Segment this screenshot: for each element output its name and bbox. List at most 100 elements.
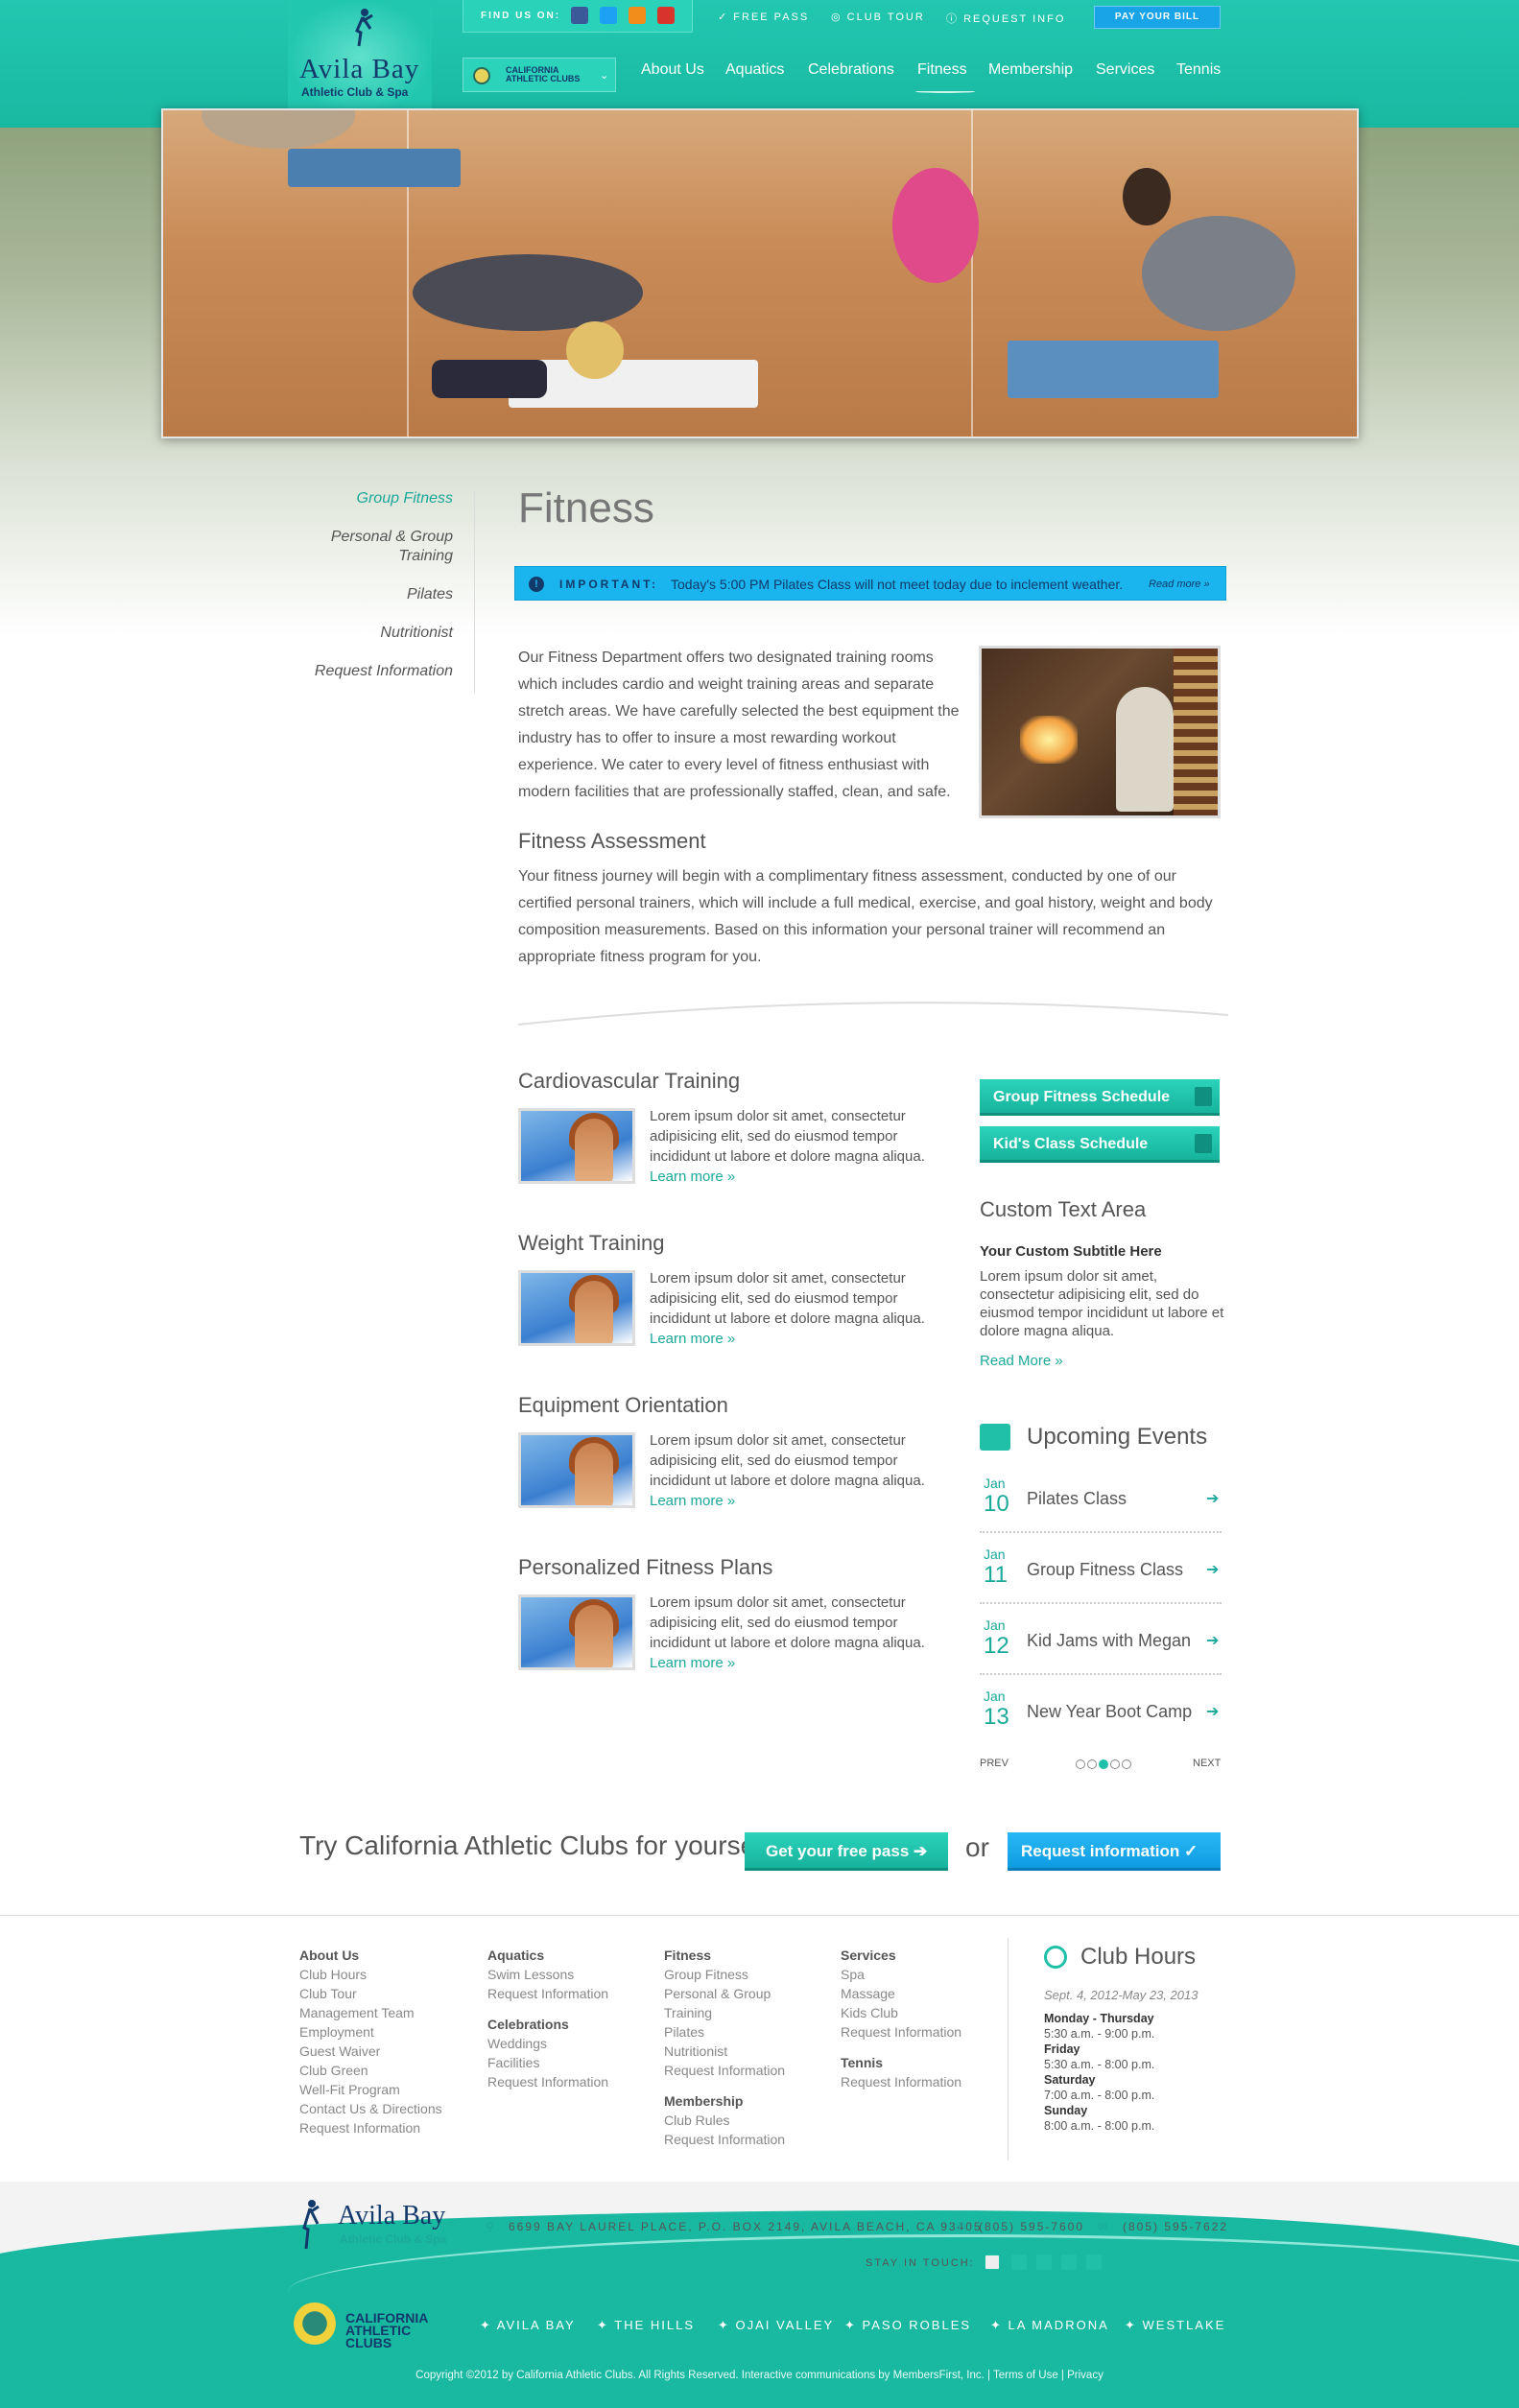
pager-dot-active[interactable] xyxy=(1099,1759,1108,1769)
footer-link[interactable]: Club Hours xyxy=(299,1965,442,1984)
sidenav-item-group-fitness[interactable]: Group Fitness xyxy=(288,489,453,508)
pay-bill-button[interactable]: PAY YOUR BILL xyxy=(1094,6,1221,29)
footer-link[interactable]: Pilates xyxy=(664,2022,785,2042)
footer-link[interactable]: Request Information xyxy=(299,2118,442,2137)
pager-dot[interactable] xyxy=(1110,1759,1120,1769)
footer-link[interactable]: Facilities xyxy=(487,2053,608,2072)
footer-link[interactable]: Kids Club xyxy=(841,2003,961,2022)
club-selector[interactable]: CALIFORNIA ATHLETIC CLUBS ⌄ xyxy=(463,58,616,92)
nav-fitness[interactable]: Fitness xyxy=(917,61,967,79)
rss-icon[interactable] xyxy=(629,7,646,24)
sidenav-item-nutritionist[interactable]: Nutritionist xyxy=(288,624,453,643)
footer-link[interactable]: Management Team xyxy=(299,2003,442,2022)
nav-tennis[interactable]: Tennis xyxy=(1176,61,1221,79)
footer-link[interactable]: Contact Us & Directions xyxy=(299,2099,442,2118)
footer-link[interactable]: Request Information xyxy=(487,2072,608,2091)
twitter-icon[interactable] xyxy=(600,7,617,24)
nav-services[interactable]: Services xyxy=(1096,61,1154,79)
footer-heading[interactable]: Celebrations xyxy=(487,2015,608,2034)
twitter-icon[interactable] xyxy=(1036,2255,1052,2270)
club-link-ojai-valley[interactable]: ✦ OJAI VALLEY xyxy=(718,2318,834,2333)
footer-link[interactable]: Well-Fit Program xyxy=(299,2080,442,2099)
email-icon[interactable] xyxy=(985,2255,1000,2270)
footer-link[interactable]: Employment xyxy=(299,2022,442,2042)
footer-link[interactable]: Nutritionist xyxy=(664,2042,785,2061)
custom-read-more-link[interactable]: Read More » xyxy=(980,1353,1063,1369)
notice-label: IMPORTANT: xyxy=(559,578,659,591)
footer-link[interactable]: Request Information xyxy=(664,2061,785,2080)
event-item[interactable]: Jan 13 New Year Boot Camp ➔ xyxy=(980,1675,1222,1746)
club-icon: ✦ xyxy=(990,2318,1009,2332)
request-info-link[interactable]: ⓘ REQUEST INFO xyxy=(946,11,1065,26)
kids-class-schedule-button[interactable]: Kid's Class Schedule xyxy=(980,1126,1220,1163)
footer-heading[interactable]: Membership xyxy=(664,2091,785,2111)
site-logo[interactable]: Avila Bay Athletic Club & Spa xyxy=(288,0,432,115)
club-link-avila-bay[interactable]: ✦ AVILA BAY xyxy=(480,2318,576,2333)
free-pass-button[interactable]: Get your free pass ➔ xyxy=(745,1832,948,1871)
nav-membership[interactable]: Membership xyxy=(988,61,1073,79)
sidenav-item-personal-training[interactable]: Personal & Group Training xyxy=(288,528,453,566)
facebook-icon[interactable] xyxy=(571,7,588,24)
logo-subtitle: Athletic Club & Spa xyxy=(301,85,409,99)
footer-heading[interactable]: Fitness xyxy=(664,1946,785,1965)
nav-celebrations[interactable]: Celebrations xyxy=(808,61,894,79)
sidenav-item-request-info[interactable]: Request Information xyxy=(288,662,453,681)
nav-about-us[interactable]: About Us xyxy=(641,61,704,79)
footer-link[interactable]: Swim Lessons xyxy=(487,1965,608,1984)
pager-dot[interactable] xyxy=(1087,1759,1097,1769)
event-item[interactable]: Jan 11 Group Fitness Class ➔ xyxy=(980,1533,1222,1604)
footer-link[interactable]: Weddings xyxy=(487,2034,608,2053)
footer-link[interactable]: Club Green xyxy=(299,2061,442,2080)
rss-icon[interactable] xyxy=(1061,2255,1077,2270)
learn-more-link[interactable]: Learn more » xyxy=(650,1167,938,1187)
footer-column-aquatics: Aquatics Swim Lessons Request Informatio… xyxy=(487,1946,608,2091)
footer-link[interactable]: Request Information xyxy=(664,2130,785,2149)
footer-heading[interactable]: Aquatics xyxy=(487,1946,608,1965)
footer-link[interactable]: Club Tour xyxy=(299,1984,442,2003)
footer-link[interactable]: Request Information xyxy=(841,2022,961,2042)
footer-heading[interactable]: Tennis xyxy=(841,2053,961,2072)
hours-day: Monday - Thursday xyxy=(1044,2012,1154,2025)
sidenav-item-pilates[interactable]: Pilates xyxy=(288,585,453,604)
request-information-button[interactable]: Request information ✓ xyxy=(1008,1832,1221,1871)
footer-heading[interactable]: Services xyxy=(841,1946,961,1965)
notice-read-more[interactable]: Read more » xyxy=(1149,567,1210,602)
footer-link[interactable]: Training xyxy=(664,2003,785,2022)
footer-phone[interactable]: (805) 595-7600 xyxy=(979,2220,1084,2233)
event-item[interactable]: Jan 12 Kid Jams with Megan ➔ xyxy=(980,1604,1222,1675)
free-pass-link[interactable]: ✓ FREE PASS xyxy=(718,11,809,23)
footer-link[interactable]: Club Rules xyxy=(664,2111,785,2130)
footer-link[interactable]: Guest Waiver xyxy=(299,2042,442,2061)
footer-link[interactable]: Request Information xyxy=(487,1984,608,2003)
prev-button[interactable]: PREV xyxy=(980,1758,1009,1769)
nav-aquatics[interactable]: Aquatics xyxy=(725,61,784,79)
pager-dot[interactable] xyxy=(1076,1759,1085,1769)
footer-link[interactable]: Massage xyxy=(841,1984,961,2003)
learn-more-link[interactable]: Learn more » xyxy=(650,1329,938,1349)
club-link-westlake[interactable]: ✦ WESTLAKE xyxy=(1125,2318,1225,2333)
footer-link[interactable]: Group Fitness xyxy=(664,1965,785,1984)
club-link-the-hills[interactable]: ✦ THE HILLS xyxy=(597,2318,695,2333)
learn-more-link[interactable]: Learn more » xyxy=(650,1491,938,1511)
map-pin-icon: ⚲ xyxy=(486,2220,496,2233)
youtube-icon[interactable] xyxy=(1086,2255,1102,2270)
youtube-icon[interactable] xyxy=(657,7,675,24)
footer-link[interactable]: Spa xyxy=(841,1965,961,1984)
group-fitness-schedule-button[interactable]: Group Fitness Schedule xyxy=(980,1079,1220,1116)
service-image xyxy=(518,1432,635,1508)
next-button[interactable]: NEXT xyxy=(1193,1758,1221,1769)
club-link-paso-robles[interactable]: ✦ PASO ROBLES xyxy=(844,2318,971,2333)
facebook-icon[interactable] xyxy=(1011,2255,1027,2270)
pager-dot[interactable] xyxy=(1122,1759,1131,1769)
footer-link[interactable]: Personal & Group xyxy=(664,1984,785,2003)
event-item[interactable]: Jan 10 Pilates Class ➔ xyxy=(980,1462,1222,1533)
club-icon: ✦ xyxy=(597,2318,615,2332)
stay-in-touch-label: STAY IN TOUCH: xyxy=(866,2257,975,2269)
custom-text-title: Custom Text Area xyxy=(980,1197,1147,1221)
footer-column-services: Services Spa Massage Kids Club Request I… xyxy=(841,1946,961,2091)
club-link-la-madrona[interactable]: ✦ LA MADRONA xyxy=(990,2318,1109,2333)
learn-more-link[interactable]: Learn more » xyxy=(650,1653,938,1673)
footer-heading[interactable]: About Us xyxy=(299,1946,442,1965)
club-tour-link[interactable]: ◎ CLUB TOUR xyxy=(831,11,925,23)
footer-link[interactable]: Request Information xyxy=(841,2072,961,2091)
